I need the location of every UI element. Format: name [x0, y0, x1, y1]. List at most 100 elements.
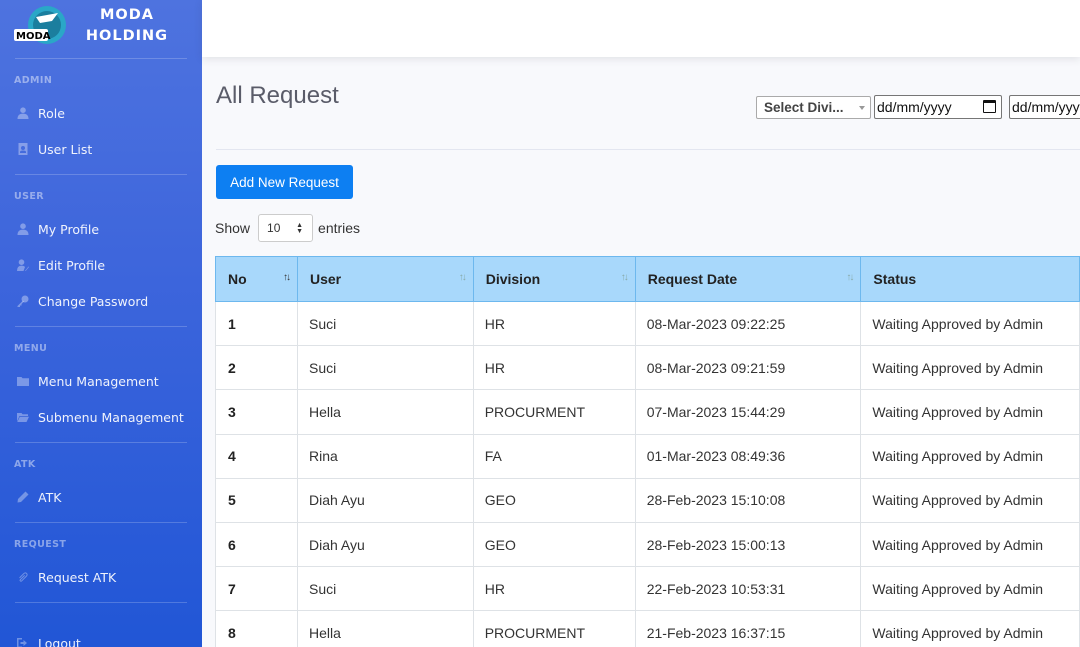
table-body: 1 Suci HR 08-Mar-2023 09:22:25 Waiting Appro…: [215, 300, 1080, 647]
requests-table: No ↑↓ User ↑↓ Division ↑↓ Request Date ↑↓ St…: [215, 256, 1080, 647]
sidebar-item-label: ATK: [38, 489, 62, 505]
cell-division: HR: [472, 566, 636, 612]
sidebar-item-label: Request ATK: [38, 569, 117, 585]
sidebar-item-menu-management[interactable]: Menu Management: [0, 363, 202, 399]
folder-icon: [16, 374, 30, 388]
column-header-label: No: [228, 271, 247, 287]
cell-request-date: 28-Feb-2023 15:10:08: [634, 477, 862, 523]
calendar-icon[interactable]: [983, 100, 996, 113]
sidebar-item-request-atk[interactable]: Request ATK: [0, 559, 202, 595]
sidebar-heading-atk: ATK: [14, 459, 36, 470]
user-icon: [16, 106, 30, 120]
cell-user: Diah Ayu: [296, 521, 474, 568]
sidebar-item-submenu-management[interactable]: Submenu Management: [0, 399, 202, 435]
logo-text: MODA: [16, 31, 51, 42]
sidebar-item-change-password[interactable]: Change Password: [0, 283, 202, 319]
user-icon: [16, 222, 30, 236]
cell-no: 8: [215, 610, 298, 647]
column-header-label: Request Date: [647, 271, 738, 287]
sidebar-item-label: Menu Management: [38, 373, 159, 389]
table-row: 4 Rina FA 01-Mar-2023 08:49:36 Waiting Appro…: [215, 433, 1080, 479]
column-header-division[interactable]: Division ↑↓: [472, 256, 636, 302]
cell-division: PROCURMENT: [472, 389, 636, 435]
cell-division: HR: [472, 345, 636, 391]
brand[interactable]: MODA MODA HOLDING: [0, 0, 202, 58]
cell-request-date: 01-Mar-2023 08:49:36: [634, 433, 862, 479]
table-row: 7 Suci HR 22-Feb-2023 10:53:31 Waiting Appro…: [215, 566, 1080, 612]
date-from-input[interactable]: dd/mm/yyyy: [874, 95, 1002, 119]
cell-request-date: 28-Feb-2023 15:00:13: [634, 521, 862, 568]
cell-no: 4: [215, 433, 298, 479]
entries-label: entries: [318, 220, 361, 236]
cell-status: Waiting Approved by Admin: [860, 521, 1080, 568]
sidebar-item-edit-profile[interactable]: Edit Profile: [0, 247, 202, 283]
cell-user: Suci: [296, 345, 474, 391]
division-filter-select[interactable]: Select Divi...: [756, 96, 871, 119]
date-to-input[interactable]: dd/mm/yyyy: [1009, 95, 1080, 119]
table-row: 6 Diah Ayu GEO 28-Feb-2023 15:00:13 Waiting …: [215, 521, 1080, 568]
cell-status: Waiting Approved by Admin: [860, 389, 1080, 435]
sidebar-item-label: Submenu Management: [38, 409, 184, 425]
cell-user: Suci: [296, 300, 474, 347]
key-icon: [16, 294, 30, 308]
updown-icon: ▲ ▼: [296, 222, 304, 235]
table-header-row: No ↑↓ User ↑↓ Division ↑↓ Request Date ↑↓ St…: [215, 256, 1080, 302]
sidebar-item-label: Edit Profile: [38, 257, 106, 273]
table-row: 2 Suci HR 08-Mar-2023 09:21:59 Waiting Appro…: [215, 345, 1080, 391]
add-new-request-button[interactable]: Add New Request: [216, 165, 353, 199]
cell-user: Hella: [296, 610, 474, 647]
cell-no: 6: [215, 521, 298, 568]
cell-status: Waiting Approved by Admin: [860, 345, 1080, 391]
entries-value: 10: [267, 221, 281, 235]
sidebar-item-my-profile[interactable]: My Profile: [0, 211, 202, 247]
date-from-placeholder: dd/mm/yyyy: [877, 99, 952, 115]
sidebar-heading-request: REQUEST: [14, 539, 67, 550]
sidebar-item-user-list[interactable]: User List: [0, 131, 202, 167]
sidebar-heading-user: USER: [14, 191, 44, 202]
table-row: 8 Hella PROCURMENT 21-Feb-2023 16:37:15 Wait…: [215, 610, 1080, 647]
column-header-no[interactable]: No ↑↓: [215, 256, 298, 302]
date-to-placeholder: dd/mm/yyyy: [1012, 99, 1080, 115]
cell-user: Suci: [296, 566, 474, 612]
page-title: All Request: [216, 82, 339, 109]
cell-no: 7: [215, 566, 298, 612]
cell-request-date: 08-Mar-2023 09:21:59: [634, 345, 862, 391]
cell-division: HR: [472, 300, 636, 347]
brand-line-2: HOLDING: [85, 28, 169, 44]
cell-status: Waiting Approved by Admin: [860, 433, 1080, 479]
sidebar-item-label: Role: [38, 105, 65, 121]
cell-no: 3: [215, 389, 298, 435]
sidebar-divider: [15, 602, 187, 603]
entries-select[interactable]: 10 ▲ ▼: [258, 214, 314, 242]
column-header-user[interactable]: User ↑↓: [296, 256, 474, 302]
cell-user: Hella: [296, 389, 474, 435]
brand-line-1: MODA: [99, 7, 154, 23]
sidebar-item-role[interactable]: Role: [0, 95, 202, 131]
sidebar-item-label: Change Password: [38, 293, 149, 309]
chevron-down-icon: [859, 106, 865, 110]
sort-icon: ↑↓: [620, 272, 629, 283]
table-row: 1 Suci HR 08-Mar-2023 09:22:25 Waiting Appro…: [215, 300, 1080, 347]
cell-no: 2: [215, 345, 298, 391]
column-header-label: User: [309, 271, 342, 287]
show-label: Show: [215, 220, 251, 236]
cell-status: Waiting Approved by Admin: [860, 566, 1080, 612]
sidebar-item-atk[interactable]: ATK: [0, 479, 202, 515]
sidebar: MODA MODA HOLDING ADMIN Role User List U…: [0, 0, 202, 647]
sidebar-item-label: User List: [38, 141, 93, 157]
topbar: [202, 0, 1080, 57]
cell-no: 5: [215, 477, 298, 523]
cell-request-date: 08-Mar-2023 09:22:25: [634, 300, 862, 347]
column-header-request-date[interactable]: Request Date ↑↓: [634, 256, 862, 302]
division-filter-value: Select Divi...: [764, 100, 844, 115]
cell-user: Diah Ayu: [296, 477, 474, 523]
cell-status: Waiting Approved by Admin: [860, 477, 1080, 523]
sort-icon: ↑↓: [458, 272, 467, 283]
cell-status: Waiting Approved by Admin: [860, 300, 1080, 347]
cell-no: 1: [215, 300, 298, 347]
entries-length-control: Show 10 ▲ ▼ entries: [215, 214, 360, 242]
cell-request-date: 22-Feb-2023 10:53:31: [634, 566, 862, 612]
cell-division: GEO: [472, 521, 636, 568]
sidebar-item-logout[interactable]: Logout: [0, 619, 202, 647]
column-header-status[interactable]: Status: [860, 256, 1080, 302]
